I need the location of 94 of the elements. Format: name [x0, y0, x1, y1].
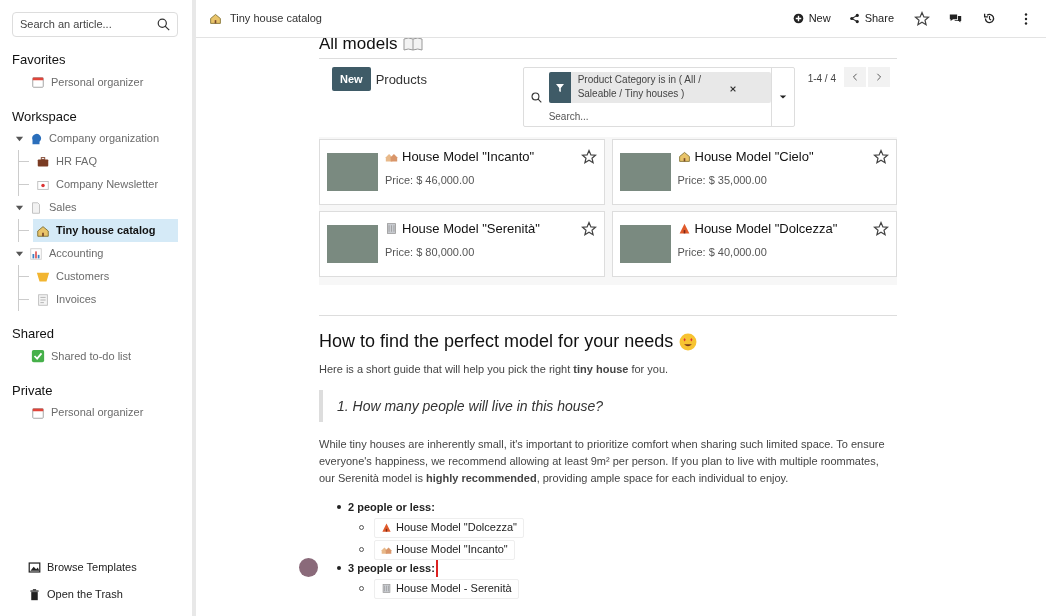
pager-value: 1-4 / 4 [807, 72, 836, 86]
record-link[interactable]: House Model - Serenità [374, 578, 519, 599]
section-heading: Private [12, 381, 54, 400]
record-link[interactable]: House Model "Dolcezza" [374, 517, 524, 538]
photo-placeholder [619, 225, 671, 263]
hut-icon [677, 222, 691, 236]
sidebar-item[interactable]: Company organization [26, 127, 178, 150]
product-name: House Model "Dolcezza" [694, 220, 838, 238]
intro-paragraph: Here is a short guide that will help you pick the right tiny house for you. [319, 362, 670, 377]
view-title: Products [375, 71, 428, 89]
product-name: House Model "Cielo" [694, 148, 814, 166]
sidebar-item[interactable]: HR FAQ [33, 150, 178, 173]
chat-icon[interactable] [949, 12, 962, 25]
sidebar-item[interactable]: Sales [26, 196, 178, 219]
house-icon [36, 223, 50, 238]
sidebar-link[interactable]: Open the Trash [12, 581, 178, 608]
product-card[interactable]: House Model "Dolcezza" Price: $ 40,000.00 [611, 211, 897, 277]
section-heading: Shared [12, 325, 55, 343]
sidebar-item[interactable]: Shared to-do list [28, 344, 178, 368]
close-icon[interactable] [729, 86, 736, 92]
bar-chart-icon [29, 246, 43, 261]
breadcrumb-title: Tiny house catalog [230, 11, 322, 27]
product-card[interactable]: House Model "Incanto" Price: $ 46,000.00 [319, 139, 605, 205]
caret-icon[interactable] [14, 249, 24, 258]
photo-placeholder [619, 153, 671, 191]
star-icon[interactable] [580, 220, 597, 237]
trash-icon [28, 588, 41, 601]
toolbar-button[interactable]: Share [848, 10, 894, 27]
search-icon [530, 92, 542, 103]
product-price: Price: $ 35,000.00 [677, 172, 768, 188]
checkbox-icon [31, 349, 45, 363]
product-card[interactable]: House Model "Cielo" Price: $ 35,000.00 [611, 139, 897, 205]
filter-tag[interactable]: Product Category is in ( All / Saleable / Tiny houses ) [548, 72, 771, 103]
avatar [299, 557, 318, 577]
building-icon [385, 222, 398, 236]
photo-placeholder [327, 225, 378, 263]
star-icon[interactable] [580, 148, 597, 165]
caret-icon[interactable] [14, 203, 24, 212]
history-icon[interactable] [983, 12, 996, 25]
blockquote: 1. How many people will live in this house? [337, 397, 604, 414]
more-icon[interactable] [1024, 12, 1028, 25]
houses-icon [381, 544, 392, 555]
body-paragraph: While tiny houses are inherently small, it's important to prioritize comfort when sharing such limited space. To ensure everyone's happiness, we recommend allowing at least 9m² per person. If you plan to live with multiple roommates, our Serenità model is highly recommended, providing ample space for each individual to enjoy. [319, 436, 886, 486]
document-icon [29, 200, 43, 215]
receipt-icon [36, 292, 50, 307]
section-heading: Favorites [12, 51, 67, 69]
sidebar-item[interactable]: Invoices [33, 288, 178, 311]
caret-icon[interactable] [14, 134, 24, 143]
section-heading: Workspace [12, 107, 78, 126]
list-item: 3 people or less: [348, 560, 435, 576]
search-input[interactable]: Search... [548, 109, 771, 124]
sidebar-item[interactable]: Personal organizer [28, 70, 178, 94]
new-button[interactable]: New [332, 67, 371, 91]
product-card[interactable]: House Model "Serenità" Price: $ 80,000.00 [319, 211, 605, 277]
smiley-icon [679, 332, 698, 351]
record-link[interactable]: House Model "Incanto" [374, 539, 515, 560]
star-icon[interactable] [873, 148, 889, 165]
house-icon [209, 12, 222, 25]
product-name: House Model "Incanto" [402, 148, 535, 166]
share-icon [848, 13, 860, 24]
briefcase-icon [36, 154, 50, 169]
sidebar-item[interactable]: Accounting [26, 242, 178, 265]
star-icon[interactable] [914, 10, 930, 27]
product-price: Price: $ 46,000.00 [385, 172, 476, 188]
filter-icon [555, 83, 564, 92]
sidebar-item[interactable]: Tiny house catalog [33, 219, 178, 242]
chevron-right-icon [875, 73, 883, 81]
dropdown-caret-icon[interactable] [778, 93, 787, 101]
sidebar-item[interactable]: Personal organizer [28, 401, 178, 424]
product-name: House Model "Serenità" [402, 220, 540, 238]
calendar-icon [31, 75, 45, 89]
image-icon [28, 561, 41, 574]
head-icon [29, 131, 43, 146]
search-panel[interactable]: Product Category is in ( All / Saleable / Tiny houses ) Search... [522, 67, 795, 127]
photo-placeholder [327, 153, 378, 191]
search-icon [157, 18, 170, 31]
hut-icon [381, 522, 392, 533]
product-price: Price: $ 80,000.00 [385, 244, 476, 260]
search-field[interactable]: Search an article... [12, 12, 178, 37]
section-heading: How to find the perfect model for your needs [319, 330, 674, 353]
book-icon [403, 38, 424, 51]
star-icon[interactable] [873, 220, 889, 237]
sidebar-item[interactable]: Customers [33, 265, 178, 288]
building-icon [381, 583, 392, 594]
chevron-left-icon [851, 73, 859, 81]
plus-icon [792, 13, 804, 24]
sidebar-item[interactable]: Company Newsletter [33, 173, 178, 196]
search-input[interactable]: Search an article... [20, 16, 157, 33]
house-icon [677, 150, 691, 164]
product-price: Price: $ 40,000.00 [677, 244, 768, 260]
sidebar-link[interactable]: Browse Templates [12, 554, 178, 581]
calendar-icon [31, 405, 45, 420]
list-item: 2 people or less: [348, 499, 435, 515]
toolbar-button[interactable]: New [792, 10, 831, 27]
